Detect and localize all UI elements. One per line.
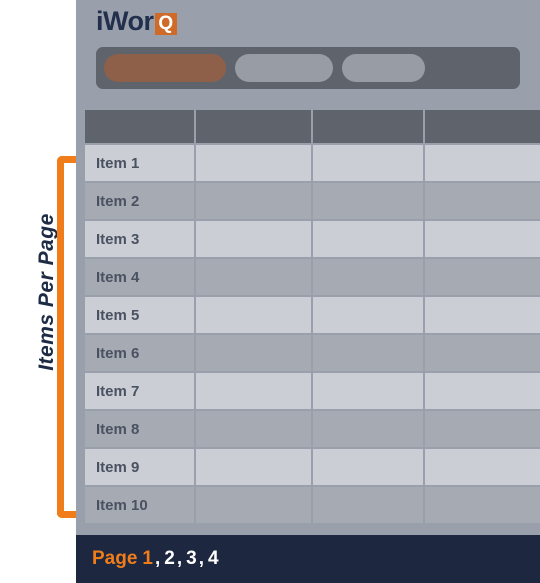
cell-col3 — [312, 334, 425, 373]
logo-wordmark: iWor — [96, 6, 154, 36]
table-row[interactable]: Item 6 — [85, 334, 540, 373]
pagination-separator: , — [176, 548, 183, 569]
data-table: Item 1 Item 2 Item 3 Item 4 Item 5 Item … — [85, 110, 540, 525]
app-logo: iWor Q — [96, 6, 177, 37]
table-row[interactable]: Item 5 — [85, 296, 540, 335]
cell-col2 — [195, 144, 313, 183]
nav-tab-second[interactable] — [235, 54, 333, 82]
cell-col2 — [195, 258, 313, 297]
app-header: iWor Q — [76, 0, 540, 45]
cell-col4 — [424, 220, 540, 259]
cell-item-name: Item 1 — [85, 144, 196, 183]
screenshot-root: Items Per Page iWor Q Item 1 Item 2 Item… — [0, 0, 540, 583]
cell-col3 — [312, 258, 425, 297]
nav-bar — [96, 47, 520, 89]
cell-col3 — [312, 372, 425, 411]
annotation-items-per-page-label: Items Per Page — [35, 213, 58, 371]
cell-col4 — [424, 448, 540, 487]
pagination-separator: , — [155, 548, 161, 569]
cell-col4 — [424, 334, 540, 373]
page-link-2[interactable]: 2 — [164, 548, 175, 570]
cell-col4 — [424, 410, 540, 449]
logo-q-badge: Q — [154, 12, 177, 35]
cell-item-name: Item 3 — [85, 220, 196, 259]
cell-item-name: Item 10 — [85, 486, 196, 525]
pagination-bar: Page 1 , 2 , 3 , 4 — [76, 535, 540, 583]
app-panel: iWor Q Item 1 Item 2 Item 3 Item 4 Item … — [76, 0, 540, 583]
cell-col2 — [195, 296, 313, 335]
table-row[interactable]: Item 3 — [85, 220, 540, 259]
column-header-2[interactable] — [195, 110, 313, 145]
page-link-3[interactable]: 3 — [186, 548, 197, 570]
table-row[interactable]: Item 2 — [85, 182, 540, 221]
cell-col4 — [424, 182, 540, 221]
table-row[interactable]: Item 8 — [85, 410, 540, 449]
cell-col3 — [312, 448, 425, 487]
cell-item-name: Item 4 — [85, 258, 196, 297]
cell-col2 — [195, 448, 313, 487]
cell-col2 — [195, 220, 313, 259]
table-header-row — [85, 110, 540, 145]
table-row[interactable]: Item 7 — [85, 372, 540, 411]
pagination-label: Page — [92, 548, 138, 569]
table-row[interactable]: Item 10 — [85, 486, 540, 525]
page-link-4[interactable]: 4 — [208, 548, 219, 570]
cell-col3 — [312, 144, 425, 183]
column-header-1[interactable] — [85, 110, 196, 145]
cell-col4 — [424, 296, 540, 335]
column-header-3[interactable] — [312, 110, 425, 145]
cell-item-name: Item 8 — [85, 410, 196, 449]
pagination-separator: , — [198, 548, 204, 569]
table-row[interactable]: Item 4 — [85, 258, 540, 297]
cell-col3 — [312, 410, 425, 449]
nav-tab-third[interactable] — [342, 54, 425, 82]
cell-col3 — [312, 486, 425, 525]
table-row[interactable]: Item 1 — [85, 144, 540, 183]
page-link-1[interactable]: 1 — [142, 548, 153, 570]
cell-item-name: Item 6 — [85, 334, 196, 373]
cell-col4 — [424, 144, 540, 183]
cell-col2 — [195, 486, 313, 525]
cell-col4 — [424, 372, 540, 411]
column-header-4[interactable] — [424, 110, 540, 145]
cell-col4 — [424, 486, 540, 525]
cell-col2 — [195, 372, 313, 411]
cell-col2 — [195, 182, 313, 221]
cell-col4 — [424, 258, 540, 297]
cell-col3 — [312, 296, 425, 335]
cell-col3 — [312, 182, 425, 221]
cell-item-name: Item 5 — [85, 296, 196, 335]
cell-item-name: Item 9 — [85, 448, 196, 487]
table-body: Item 1 Item 2 Item 3 Item 4 Item 5 Item … — [85, 144, 540, 525]
nav-tab-active[interactable] — [104, 54, 226, 82]
cell-item-name: Item 7 — [85, 372, 196, 411]
cell-col3 — [312, 220, 425, 259]
cell-col2 — [195, 334, 313, 373]
table-head — [85, 110, 540, 145]
table-row[interactable]: Item 9 — [85, 448, 540, 487]
cell-item-name: Item 2 — [85, 182, 196, 221]
cell-col2 — [195, 410, 313, 449]
